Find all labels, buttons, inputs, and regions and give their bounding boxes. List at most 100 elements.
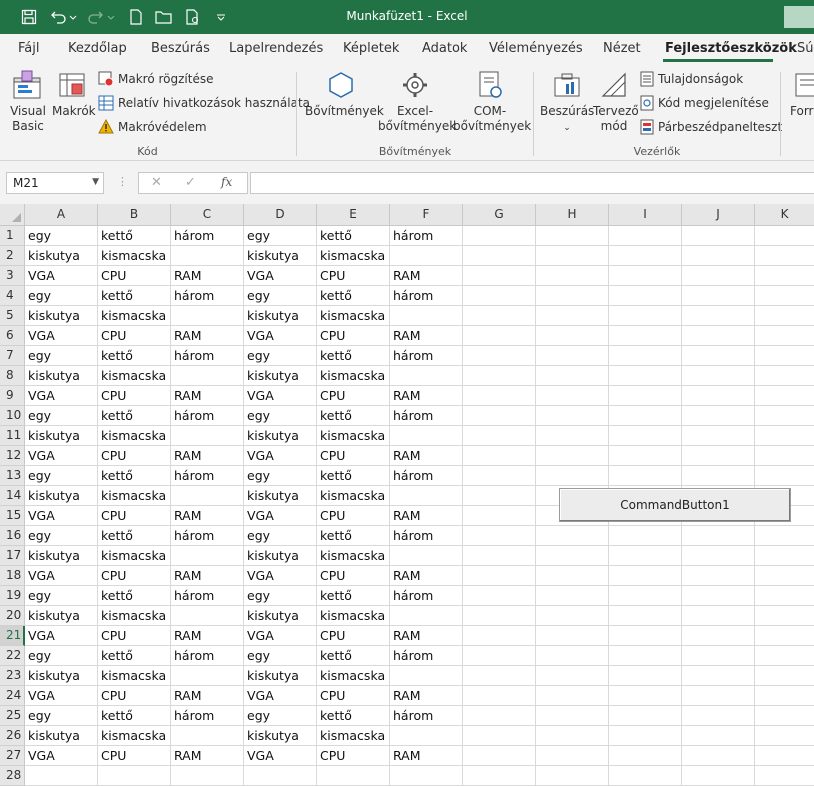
cell-F13[interactable]: három (390, 466, 463, 486)
cell-F28[interactable] (390, 766, 463, 786)
cell-F9[interactable]: RAM (390, 386, 463, 406)
select-all-corner[interactable] (0, 204, 25, 226)
cell-J2[interactable] (682, 246, 755, 266)
cell-K1[interactable] (755, 226, 814, 246)
cell-A1[interactable]: egy (25, 226, 98, 246)
cell-B10[interactable]: kettő (98, 406, 171, 426)
cell-J12[interactable] (682, 446, 755, 466)
cell-C20[interactable] (171, 606, 244, 626)
cell-H22[interactable] (536, 646, 609, 666)
column-header-E[interactable]: E (317, 204, 390, 226)
cell-J17[interactable] (682, 546, 755, 566)
cell-B26[interactable]: kismacska (98, 726, 171, 746)
cell-G27[interactable] (463, 746, 536, 766)
cell-E5[interactable]: kismacska (317, 306, 390, 326)
cell-B4[interactable]: kettő (98, 286, 171, 306)
cell-H5[interactable] (536, 306, 609, 326)
cell-D9[interactable]: VGA (244, 386, 317, 406)
row-header[interactable]: 16 (0, 526, 25, 546)
cell-D4[interactable]: egy (244, 286, 317, 306)
cell-C17[interactable] (171, 546, 244, 566)
cell-H23[interactable] (536, 666, 609, 686)
cell-H28[interactable] (536, 766, 609, 786)
cell-J28[interactable] (682, 766, 755, 786)
cell-D19[interactable]: egy (244, 586, 317, 606)
row-header[interactable]: 26 (0, 726, 25, 746)
cell-J27[interactable] (682, 746, 755, 766)
cell-C6[interactable]: RAM (171, 326, 244, 346)
cell-D27[interactable]: VGA (244, 746, 317, 766)
cell-A22[interactable]: egy (25, 646, 98, 666)
row-header[interactable]: 2 (0, 246, 25, 266)
cell-C22[interactable]: három (171, 646, 244, 666)
tab-home[interactable]: Kezdőlap (68, 41, 127, 56)
cell-D23[interactable]: kiskutya (244, 666, 317, 686)
cell-B6[interactable]: CPU (98, 326, 171, 346)
cell-G15[interactable] (463, 506, 536, 526)
cell-G1[interactable] (463, 226, 536, 246)
cell-F7[interactable]: három (390, 346, 463, 366)
column-header-J[interactable]: J (682, 204, 755, 226)
cell-D1[interactable]: egy (244, 226, 317, 246)
cell-G11[interactable] (463, 426, 536, 446)
cell-J5[interactable] (682, 306, 755, 326)
cell-D2[interactable]: kiskutya (244, 246, 317, 266)
cell-D6[interactable]: VGA (244, 326, 317, 346)
cell-A7[interactable]: egy (25, 346, 98, 366)
cell-F17[interactable] (390, 546, 463, 566)
cell-B2[interactable]: kismacska (98, 246, 171, 266)
cell-E25[interactable]: kettő (317, 706, 390, 726)
cell-K4[interactable] (755, 286, 814, 306)
cell-G23[interactable] (463, 666, 536, 686)
cell-F16[interactable]: három (390, 526, 463, 546)
cell-B9[interactable]: CPU (98, 386, 171, 406)
cell-I17[interactable] (609, 546, 682, 566)
cell-B12[interactable]: CPU (98, 446, 171, 466)
row-header[interactable]: 22 (0, 646, 25, 666)
cell-C2[interactable] (171, 246, 244, 266)
cell-D5[interactable]: kiskutya (244, 306, 317, 326)
cell-E16[interactable]: kettő (317, 526, 390, 546)
cell-J10[interactable] (682, 406, 755, 426)
cell-K27[interactable] (755, 746, 814, 766)
cell-G17[interactable] (463, 546, 536, 566)
cell-G28[interactable] (463, 766, 536, 786)
cell-A19[interactable]: egy (25, 586, 98, 606)
tab-formulas[interactable]: Képletek (343, 41, 399, 56)
cell-K22[interactable] (755, 646, 814, 666)
source-button[interactable]: Forrá (790, 70, 814, 119)
visual-basic-button[interactable]: Visual Basic (8, 70, 48, 134)
cell-D7[interactable]: egy (244, 346, 317, 366)
relative-references-button[interactable]: Relatív hivatkozások használata (98, 95, 310, 111)
row-header[interactable]: 21 (0, 626, 25, 646)
properties-button[interactable]: Tulajdonságok (640, 71, 743, 87)
cell-H18[interactable] (536, 566, 609, 586)
cell-F1[interactable]: három (390, 226, 463, 246)
column-header-C[interactable]: C (171, 204, 244, 226)
cell-G9[interactable] (463, 386, 536, 406)
cell-J6[interactable] (682, 326, 755, 346)
cell-G14[interactable] (463, 486, 536, 506)
cell-J24[interactable] (682, 686, 755, 706)
cell-H27[interactable] (536, 746, 609, 766)
row-header[interactable]: 1 (0, 226, 25, 246)
cell-K12[interactable] (755, 446, 814, 466)
cell-H1[interactable] (536, 226, 609, 246)
cell-D25[interactable]: egy (244, 706, 317, 726)
cell-D13[interactable]: egy (244, 466, 317, 486)
cell-D14[interactable]: kiskutya (244, 486, 317, 506)
cell-K17[interactable] (755, 546, 814, 566)
row-header[interactable]: 13 (0, 466, 25, 486)
cell-A8[interactable]: kiskutya (25, 366, 98, 386)
cell-A10[interactable]: egy (25, 406, 98, 426)
column-header-D[interactable]: D (244, 204, 317, 226)
cell-I4[interactable] (609, 286, 682, 306)
cell-E27[interactable]: CPU (317, 746, 390, 766)
command-button-1[interactable]: CommandButton1 (559, 488, 791, 522)
cell-J8[interactable] (682, 366, 755, 386)
cell-J21[interactable] (682, 626, 755, 646)
cell-C27[interactable]: RAM (171, 746, 244, 766)
row-header[interactable]: 14 (0, 486, 25, 506)
cell-B8[interactable]: kismacska (98, 366, 171, 386)
row-header[interactable]: 11 (0, 426, 25, 446)
